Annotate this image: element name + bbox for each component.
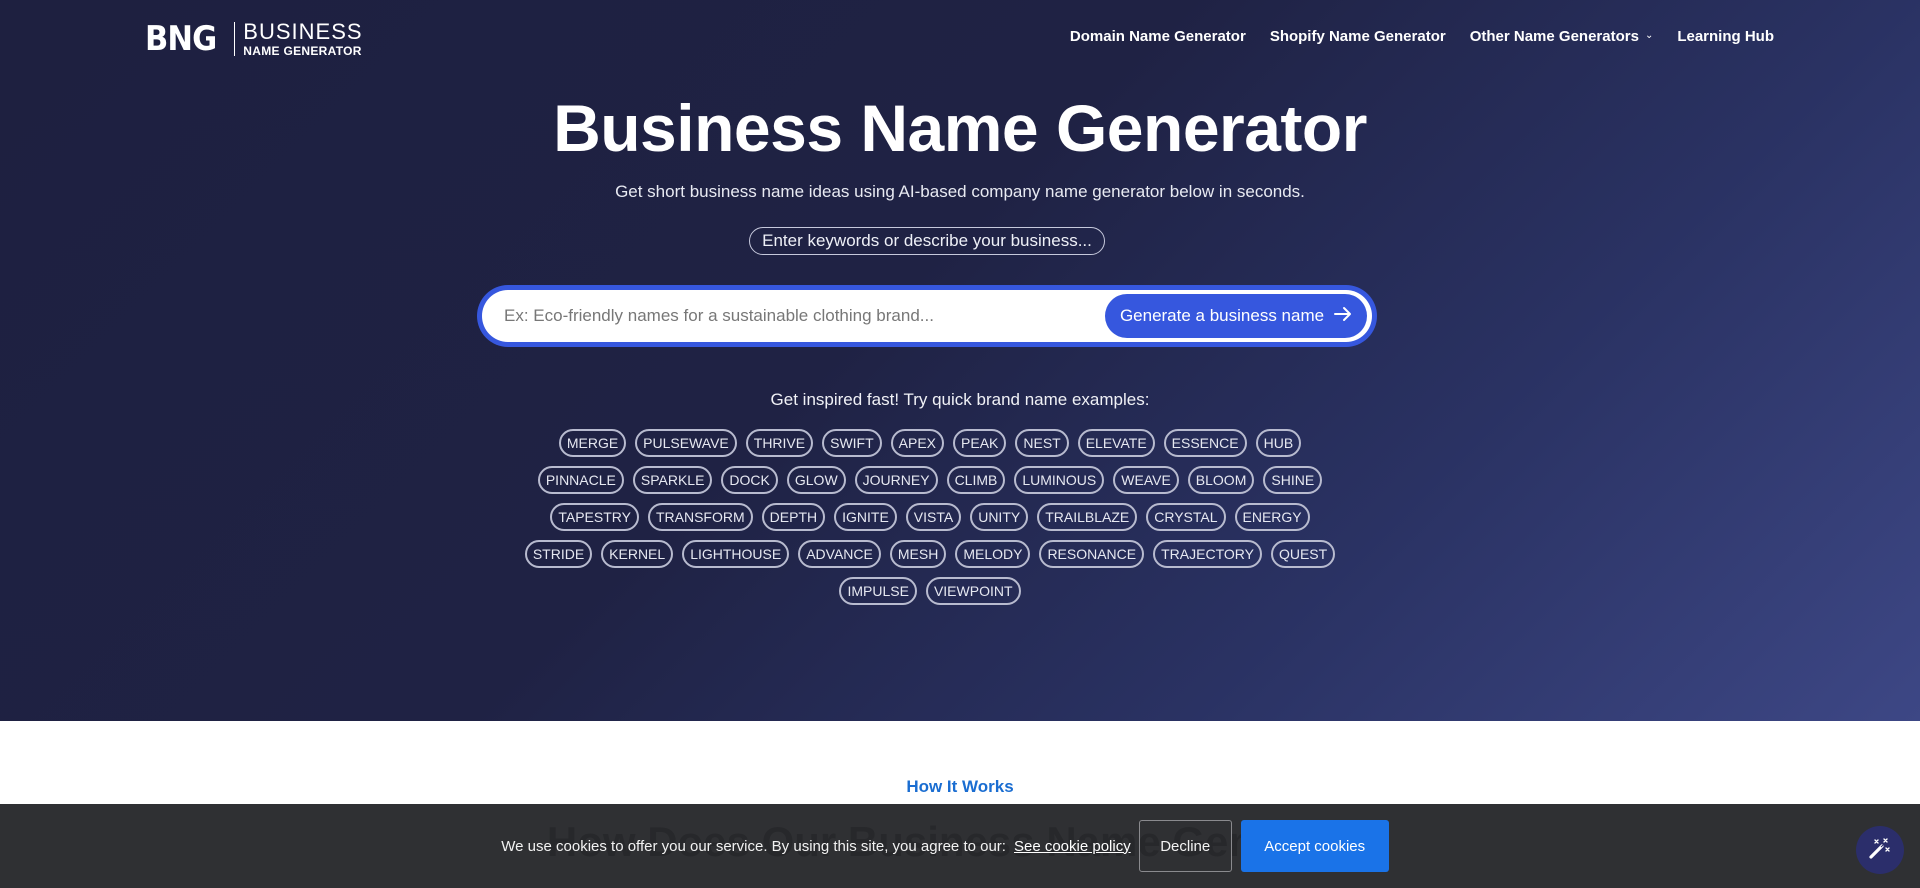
example-name-chip[interactable]: VIEWPOINT: [925, 577, 1021, 605]
example-names-row: PINNACLE SPARKLE DOCK GLOW JOURNEY CLIMB LUMIN…: [537, 466, 1323, 494]
generate-button-label: Generate a business name: [1119, 306, 1325, 325]
example-name-chip[interactable]: VISTA: [905, 503, 962, 531]
example-name-chip[interactable]: BLOOM: [1187, 466, 1255, 494]
example-name-chip[interactable]: LIGHTHOUSE: [682, 540, 790, 568]
example-name-chip[interactable]: SHINE: [1263, 466, 1323, 494]
example-name-chip[interactable]: IGNITE: [834, 503, 897, 531]
arrow-right-icon: [1334, 306, 1352, 326]
nav-other-name-generators[interactable]: Other Name Generators ⌄: [1470, 28, 1654, 45]
example-name-chip[interactable]: ELEVATE: [1077, 429, 1155, 457]
logo-mark: BNG: [145, 19, 217, 59]
page-subtitle: Get short business name ideas using AI-b…: [615, 182, 1305, 201]
example-name-chip[interactable]: THRIVE: [745, 429, 814, 457]
example-name-chip[interactable]: TRAILBLAZE: [1037, 503, 1138, 531]
nav-shopify-name-generator[interactable]: Shopify Name Generator: [1270, 28, 1446, 45]
example-name-chip[interactable]: MELODY: [955, 540, 1031, 568]
example-name-chip[interactable]: STRIDE: [524, 540, 593, 568]
example-names-row: MERGE PULSEWAVE THRIVE SWIFT APEX PEAK NEST ELE…: [540, 429, 1320, 457]
example-name-chip[interactable]: MESH: [889, 540, 947, 568]
example-name-chip[interactable]: APEX: [890, 429, 945, 457]
logo-line1: BUSINESS: [243, 19, 363, 44]
example-name-chip[interactable]: JOURNEY: [854, 466, 938, 494]
example-name-chip[interactable]: CRYSTAL: [1146, 503, 1226, 531]
example-name-chip[interactable]: TAPESTRY: [550, 503, 639, 531]
search-inner: Generate a business name: [482, 290, 1372, 342]
example-name-chip[interactable]: NEST: [1015, 429, 1069, 457]
nav-domain-name-generator[interactable]: Domain Name Generator: [1070, 28, 1246, 45]
decline-cookies-button[interactable]: Decline: [1138, 820, 1232, 872]
cookie-banner: We use cookies to offer you our service.…: [0, 804, 1920, 888]
logo-divider: [234, 22, 236, 56]
generate-business-name-button[interactable]: Generate a business name: [1105, 294, 1367, 338]
inspiration-text: Get inspired fast! Try quick brand name …: [770, 390, 1150, 409]
example-names-row: STRIDE KERNEL LIGHTHOUSE ADVANCE MESH MELODY R…: [524, 540, 1336, 568]
example-name-chip[interactable]: DEPTH: [761, 503, 826, 531]
example-name-chip[interactable]: UNITY: [970, 503, 1029, 531]
example-name-chip[interactable]: ESSENCE: [1163, 429, 1247, 457]
example-name-chip[interactable]: TRANSFORM: [647, 503, 753, 531]
example-names-row: TAPESTRY TRANSFORM DEPTH IGNITE VISTA UNITY TR…: [540, 503, 1320, 531]
example-name-chip[interactable]: SWIFT: [822, 429, 882, 457]
nav-label: Domain Name Generator: [1069, 28, 1246, 45]
example-name-chip[interactable]: PEAK: [953, 429, 1007, 457]
magic-wand-icon: [1867, 835, 1893, 866]
nav-label: Learning Hub: [1677, 28, 1774, 45]
main-nav: Domain Name Generator Shopify Name Gener…: [1070, 28, 1774, 45]
nav-learning-hub[interactable]: Learning Hub: [1677, 28, 1774, 45]
chevron-down-icon: ⌄: [1644, 30, 1654, 41]
example-name-chip[interactable]: LUMINOUS: [1014, 466, 1105, 494]
example-name-chip[interactable]: WEAVE: [1113, 466, 1179, 494]
accept-cookies-button[interactable]: Accept cookies: [1240, 820, 1389, 872]
example-name-chip[interactable]: MERGE: [558, 429, 627, 457]
how-it-works-label: How It Works: [906, 777, 1014, 796]
example-name-chip[interactable]: IMPULSE: [839, 577, 917, 605]
example-name-chip[interactable]: GLOW: [786, 466, 846, 494]
search-bar: Generate a business name: [477, 285, 1377, 347]
magic-wand-button[interactable]: [1856, 826, 1904, 874]
logo-text: BUSINESS NAME GENERATOR: [243, 19, 363, 58]
example-name-chip[interactable]: TRAJECTORY: [1153, 540, 1262, 568]
example-name-chip[interactable]: KERNEL: [601, 540, 674, 568]
example-names-list: MERGE PULSEWAVE THRIVE SWIFT APEX PEAK NEST ELE…: [524, 429, 1336, 605]
example-name-chip[interactable]: DOCK: [721, 466, 778, 494]
example-name-chip[interactable]: HUB: [1255, 429, 1302, 457]
example-name-chip[interactable]: QUEST: [1270, 540, 1336, 568]
page-title: Business Name Generator: [553, 91, 1367, 165]
example-name-chip[interactable]: PINNACLE: [537, 466, 624, 494]
search-hint-label: Enter keywords or describe your business…: [749, 227, 1105, 255]
example-name-chip[interactable]: ADVANCE: [798, 540, 881, 568]
example-name-chip[interactable]: SPARKLE: [632, 466, 713, 494]
nav-label: Other Name Generators: [1469, 28, 1639, 45]
cookie-policy-link[interactable]: See cookie policy: [1014, 838, 1131, 855]
example-name-chip[interactable]: PULSEWAVE: [635, 429, 737, 457]
example-names-row: IMPULSE VIEWPOINT: [540, 577, 1320, 605]
example-name-chip[interactable]: CLIMB: [946, 466, 1006, 494]
nav-label: Shopify Name Generator: [1269, 28, 1446, 45]
example-name-chip[interactable]: ENERGY: [1234, 503, 1310, 531]
logo[interactable]: BNG BUSINESS NAME GENERATOR: [145, 20, 363, 58]
logo-line2: NAME GENERATOR: [243, 44, 362, 58]
example-name-chip[interactable]: RESONANCE: [1039, 540, 1145, 568]
cookie-message: We use cookies to offer you our service.…: [501, 837, 1006, 855]
hero-section: BNG BUSINESS NAME GENERATOR Domain Name …: [0, 0, 1920, 721]
business-description-input[interactable]: [504, 290, 1064, 342]
